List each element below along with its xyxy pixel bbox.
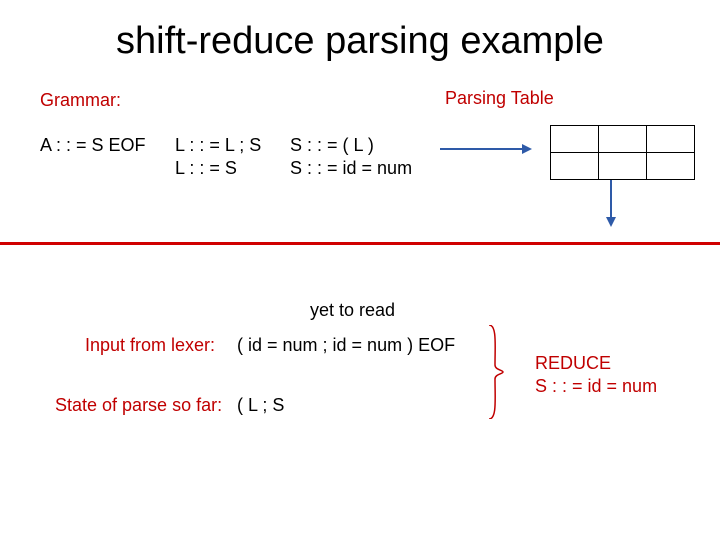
brace-icon (487, 325, 505, 419)
parse-state: ( L ; S (237, 395, 284, 416)
table-row (551, 153, 695, 180)
divider (0, 242, 720, 245)
production-s2: S : : = id = num (290, 158, 412, 179)
slide: shift-reduce parsing example Grammar: Pa… (0, 0, 720, 540)
slide-title: shift-reduce parsing example (0, 20, 720, 63)
production-s1: S : : = ( L ) (290, 135, 374, 156)
production-a: A : : = S EOF (40, 135, 146, 156)
grammar-label: Grammar: (40, 90, 121, 111)
reduce-action: REDUCE S : : = id = num (535, 352, 657, 399)
table-row (551, 126, 695, 153)
state-of-parse-label: State of parse so far: (55, 395, 222, 416)
arrow-down-icon (610, 180, 612, 225)
production-l2: L : : = S (175, 158, 237, 179)
input-from-lexer-label: Input from lexer: (85, 335, 215, 356)
arrow-right-icon (440, 148, 530, 150)
parsing-table (550, 125, 695, 180)
reduce-rule: S : : = id = num (535, 376, 657, 396)
input-stream: ( id = num ; id = num ) EOF (237, 335, 455, 356)
reduce-word: REDUCE (535, 353, 611, 373)
parsing-table-label: Parsing Table (445, 88, 554, 109)
production-l1: L : : = L ; S (175, 135, 261, 156)
yet-to-read-label: yet to read (310, 300, 395, 321)
